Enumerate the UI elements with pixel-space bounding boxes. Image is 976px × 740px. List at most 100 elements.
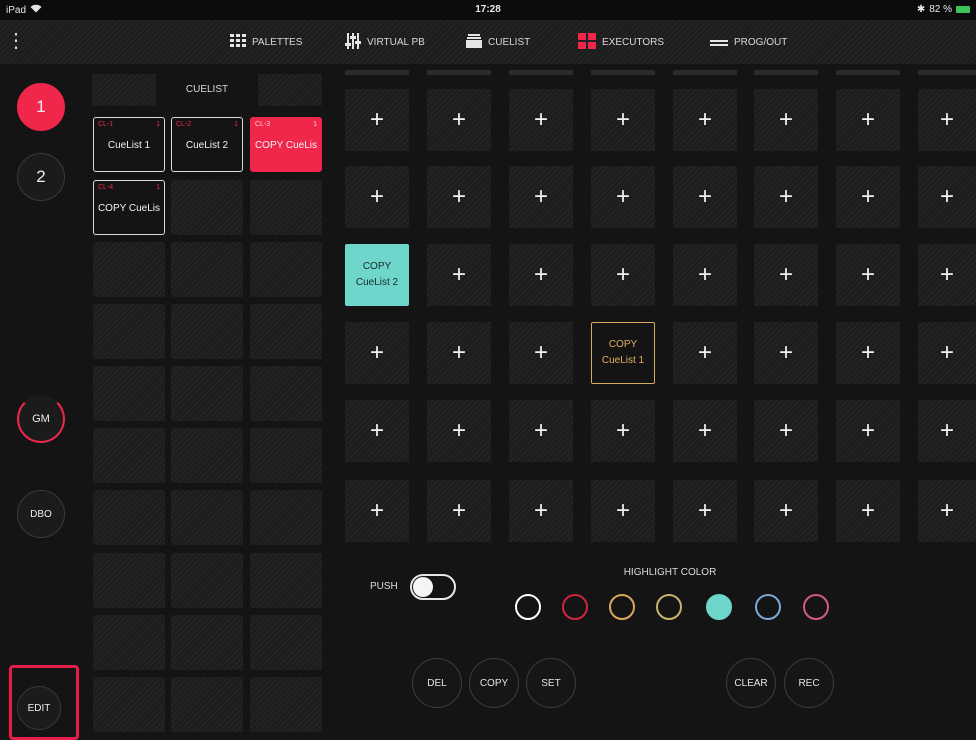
add-executor-button[interactable]: + [345, 89, 409, 151]
add-executor-button[interactable]: + [427, 89, 491, 151]
cuelist-empty-slot[interactable] [171, 366, 243, 421]
highlight-color-swatch[interactable] [755, 594, 781, 620]
page-1-button[interactable]: 1 [17, 83, 65, 131]
cuelist-card[interactable]: CL-2 1 CueList 2 [171, 117, 243, 172]
add-executor-button[interactable]: + [427, 166, 491, 228]
add-executor-button[interactable]: + [836, 400, 900, 462]
add-executor-button[interactable]: + [345, 322, 409, 384]
cuelist-empty-slot[interactable] [250, 304, 322, 359]
executor-column-tab[interactable] [673, 70, 737, 75]
add-executor-button[interactable]: + [918, 480, 976, 542]
add-executor-button[interactable]: + [673, 244, 737, 306]
highlight-color-swatch[interactable] [656, 594, 682, 620]
add-executor-button[interactable]: + [591, 166, 655, 228]
cuelist-empty-slot[interactable] [93, 428, 165, 483]
cuelist-empty-slot[interactable] [171, 615, 243, 670]
add-executor-button[interactable]: + [754, 480, 818, 542]
cuelist-empty-slot[interactable] [171, 553, 243, 608]
add-executor-button[interactable]: + [509, 244, 573, 306]
add-executor-button[interactable]: + [509, 89, 573, 151]
rec-button[interactable]: REC [784, 658, 834, 708]
executor-column-tab[interactable] [836, 70, 900, 75]
executor-column-tab[interactable] [427, 70, 491, 75]
tab-palettes[interactable]: PALETTES [230, 30, 302, 54]
cuelist-empty-slot[interactable] [250, 490, 322, 545]
highlight-color-swatch[interactable] [803, 594, 829, 620]
add-executor-button[interactable]: + [836, 480, 900, 542]
highlight-color-swatch[interactable] [562, 594, 588, 620]
add-executor-button[interactable]: + [509, 322, 573, 384]
cuelist-card[interactable]: CL-3 1 COPY CueLis [250, 117, 322, 172]
cuelist-empty-slot[interactable] [250, 553, 322, 608]
grand-master-knob[interactable]: GM [17, 395, 65, 443]
executor-column-tab[interactable] [345, 70, 409, 75]
cuelist-empty-slot[interactable] [250, 615, 322, 670]
clear-button[interactable]: CLEAR [726, 658, 776, 708]
push-toggle[interactable] [410, 574, 456, 600]
tab-executors[interactable]: EXECUTORS [578, 30, 664, 54]
edit-button[interactable]: EDIT [17, 686, 61, 730]
add-executor-button[interactable]: + [345, 480, 409, 542]
add-executor-button[interactable]: + [673, 400, 737, 462]
cuelist-empty-slot[interactable] [93, 304, 165, 359]
add-executor-button[interactable]: + [754, 322, 818, 384]
cuelist-card[interactable]: CL-4 1 COPY CueLis [93, 180, 165, 235]
add-executor-button[interactable]: + [427, 480, 491, 542]
add-executor-button[interactable]: + [918, 400, 976, 462]
cuelist-empty-slot[interactable] [250, 366, 322, 421]
add-executor-button[interactable]: + [427, 244, 491, 306]
cuelist-empty-slot[interactable] [171, 304, 243, 359]
add-executor-button[interactable]: + [836, 322, 900, 384]
cuelist-empty-slot[interactable] [171, 490, 243, 545]
add-executor-button[interactable]: + [509, 480, 573, 542]
cuelist-empty-slot[interactable] [171, 180, 243, 235]
tab-prog-out[interactable]: PROG/OUT [710, 30, 787, 54]
add-executor-button[interactable]: + [918, 322, 976, 384]
add-executor-button[interactable]: + [836, 166, 900, 228]
page-2-button[interactable]: 2 [17, 153, 65, 201]
cuelist-empty-slot[interactable] [250, 677, 322, 732]
cuelist-empty-slot[interactable] [93, 242, 165, 297]
highlight-color-swatch[interactable] [515, 594, 541, 620]
cuelist-empty-slot[interactable] [250, 242, 322, 297]
add-executor-button[interactable]: + [754, 89, 818, 151]
add-executor-button[interactable]: + [754, 400, 818, 462]
add-executor-button[interactable]: + [509, 166, 573, 228]
cuelist-empty-slot[interactable] [93, 490, 165, 545]
add-executor-button[interactable]: + [591, 480, 655, 542]
cuelist-empty-slot[interactable] [93, 366, 165, 421]
executor-column-tab[interactable] [754, 70, 818, 75]
highlight-color-swatch[interactable] [609, 594, 635, 620]
add-executor-button[interactable]: + [673, 322, 737, 384]
cuelist-empty-slot[interactable] [171, 428, 243, 483]
add-executor-button[interactable]: + [754, 166, 818, 228]
del-button[interactable]: DEL [412, 658, 462, 708]
add-executor-button[interactable]: + [591, 400, 655, 462]
cuelist-empty-slot[interactable] [93, 553, 165, 608]
cuelist-empty-slot[interactable] [171, 242, 243, 297]
copy-button[interactable]: COPY [469, 658, 519, 708]
cuelist-empty-slot[interactable] [93, 615, 165, 670]
add-executor-button[interactable]: + [754, 244, 818, 306]
add-executor-button[interactable]: + [918, 244, 976, 306]
add-executor-button[interactable]: + [345, 400, 409, 462]
add-executor-button[interactable]: + [918, 166, 976, 228]
add-executor-button[interactable]: + [673, 480, 737, 542]
highlight-color-swatch[interactable] [706, 594, 732, 620]
add-executor-button[interactable]: + [427, 322, 491, 384]
add-executor-button[interactable]: + [591, 89, 655, 151]
cuelist-empty-slot[interactable] [250, 428, 322, 483]
add-executor-button[interactable]: + [509, 400, 573, 462]
add-executor-button[interactable]: + [591, 244, 655, 306]
dbo-button[interactable]: DBO [17, 490, 65, 538]
add-executor-button[interactable]: + [836, 244, 900, 306]
set-button[interactable]: SET [526, 658, 576, 708]
more-vertical-icon[interactable]: ⋮ [6, 28, 26, 54]
cuelist-empty-slot[interactable] [250, 180, 322, 235]
executor-assigned-cuelist[interactable]: COPY CueList 2 [345, 244, 409, 306]
executor-assigned-cuelist[interactable]: COPY CueList 1 [591, 322, 655, 384]
add-executor-button[interactable]: + [673, 89, 737, 151]
add-executor-button[interactable]: + [918, 89, 976, 151]
add-executor-button[interactable]: + [836, 89, 900, 151]
cuelist-empty-slot[interactable] [93, 677, 165, 732]
